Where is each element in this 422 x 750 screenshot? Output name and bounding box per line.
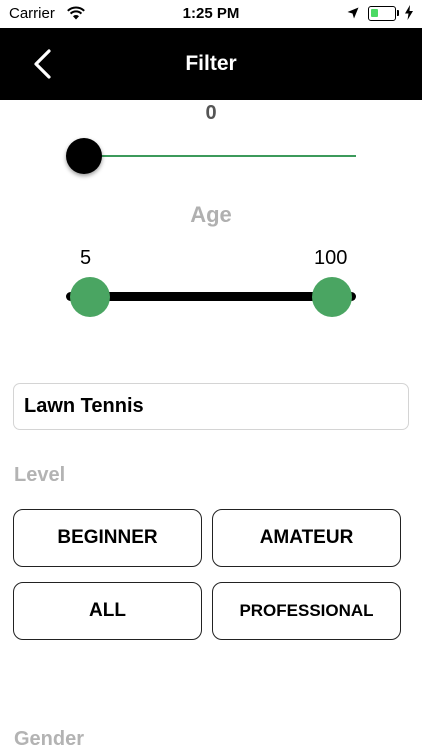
status-bar: Carrier 1:25 PM: [0, 0, 422, 28]
level-amateur-button[interactable]: AMATEUR: [212, 509, 401, 567]
sport-input[interactable]: [13, 383, 409, 430]
age-label: Age: [190, 202, 232, 227]
age-min-thumb[interactable]: [70, 277, 110, 317]
distance-slider[interactable]: [66, 138, 356, 174]
charging-bolt-icon: [405, 5, 413, 20]
battery-nub: [397, 10, 399, 16]
distance-value: 0: [205, 102, 217, 124]
age-max-thumb[interactable]: [312, 277, 352, 317]
page-title: Filter: [185, 52, 237, 75]
nav-bar: Filter: [0, 28, 422, 100]
level-beginner-button[interactable]: BEGINNER: [13, 509, 202, 567]
age-range-slider[interactable]: [66, 277, 356, 317]
battery-level: [371, 9, 378, 17]
battery-icon: [368, 6, 396, 21]
distance-slider-track[interactable]: [84, 155, 356, 157]
gender-label: Gender: [14, 728, 85, 750]
level-all-button[interactable]: ALL: [13, 582, 202, 640]
level-label: Level: [14, 464, 66, 486]
location-arrow-icon: [347, 7, 359, 19]
age-min-value: 5: [80, 247, 92, 269]
distance-slider-thumb[interactable]: [66, 138, 102, 174]
level-professional-button[interactable]: PROFESSIONAL: [212, 582, 401, 640]
age-max-value: 100: [314, 247, 348, 269]
